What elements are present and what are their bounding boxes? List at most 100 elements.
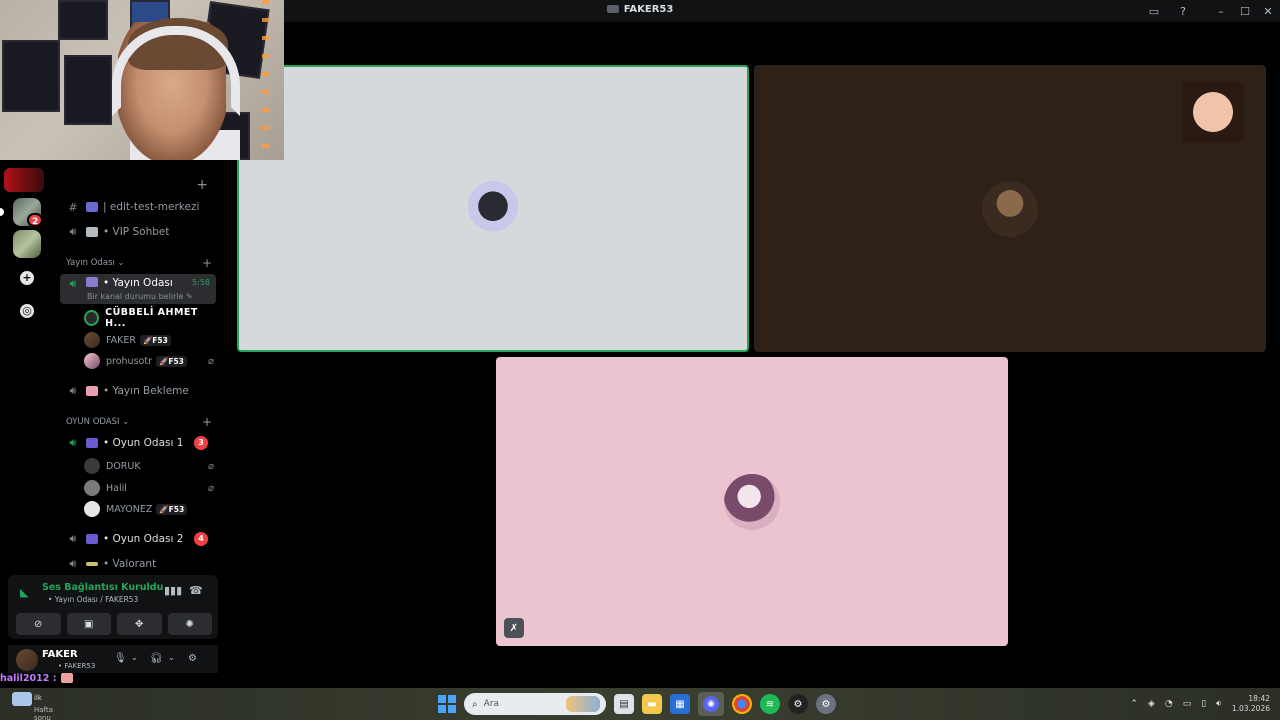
battery-icon[interactable]: ▯ xyxy=(1201,699,1206,709)
user-name: MAYONEZ xyxy=(106,503,153,515)
user-tag: 🚀F53 xyxy=(155,355,187,367)
channel-emoji xyxy=(86,386,98,396)
plus-icon: + xyxy=(20,271,34,285)
avatar xyxy=(84,332,100,348)
voice-user[interactable]: MAYONEZ 🚀F53 xyxy=(84,499,214,519)
discord-icon[interactable]: ◉ xyxy=(698,692,724,716)
voice-user[interactable]: CÜBBELİ AHMET H... xyxy=(84,307,214,329)
plus-icon[interactable]: + xyxy=(196,177,208,193)
steam-icon[interactable]: ⚙ xyxy=(788,694,808,714)
voice-status[interactable]: Ses Bağlantısı Kuruldu xyxy=(42,582,163,593)
weather-widget[interactable]: ilk Hafta sonu xyxy=(10,692,53,720)
close-icon[interactable]: ✕ xyxy=(1256,2,1280,20)
plus-icon[interactable]: + xyxy=(202,415,212,429)
poster xyxy=(58,0,108,40)
chevron-up-icon[interactable]: ⌃ xyxy=(1130,699,1138,709)
taskbar-search[interactable]: ⌕ Ara xyxy=(464,693,606,715)
poster xyxy=(2,40,60,112)
windows-start-icon[interactable] xyxy=(438,695,456,713)
channel-label: • Oyun Odası 2 xyxy=(103,533,184,545)
video-tile-1[interactable] xyxy=(237,65,749,352)
tray-app-icon[interactable]: ◈ xyxy=(1148,699,1155,709)
chevron-down-icon[interactable]: ⌄ xyxy=(168,653,175,662)
voice-user[interactable]: FAKER 🚀F53 xyxy=(84,330,214,350)
screen-share-button[interactable]: ▣ xyxy=(66,613,111,635)
avatar[interactable] xyxy=(16,649,38,671)
wifi-icon[interactable]: ◔ xyxy=(1165,699,1173,709)
inbox-icon[interactable]: ▭ xyxy=(1142,2,1166,20)
speaker-icon: 🔊︎ xyxy=(69,384,77,397)
category-oyun-odasi[interactable]: OYUN ODASI ⌄ + xyxy=(66,415,216,431)
channel-label: • Yayın Bekleme xyxy=(103,385,189,397)
soundboard-button[interactable]: ✺ xyxy=(167,613,212,635)
category-label: OYUN ODASI ⌄ xyxy=(66,417,130,427)
mic-muted-icon: ⌀ xyxy=(207,482,214,494)
voice-user[interactable]: DORUK ⌀ xyxy=(84,456,214,476)
avatar xyxy=(84,310,100,326)
avatar xyxy=(84,353,100,369)
disconnect-icon[interactable]: ☎ xyxy=(189,584,203,597)
channel-vip-sohbet[interactable]: 🔊︎ • VIP Sohbet xyxy=(60,221,216,243)
participant-avatar xyxy=(982,180,1038,237)
server-header[interactable]: + xyxy=(54,174,222,196)
channel-yayin-odasi[interactable]: 🔊︎ • Yayın Odası 5:58 Bir kanal durumu b… xyxy=(60,274,216,304)
minimize-icon[interactable]: – xyxy=(1209,2,1233,20)
channel-yayin-bekleme[interactable]: 🔊︎ • Yayın Bekleme xyxy=(60,380,216,402)
camera-off-button[interactable]: ⊘ xyxy=(16,613,61,635)
voice-user[interactable]: Halil ⌀ xyxy=(84,478,214,498)
voice-user[interactable]: prohusotr 🚀F53 ⌀ xyxy=(84,351,214,371)
settings-icon[interactable]: ⚙ xyxy=(816,694,836,714)
channel-status[interactable]: Bir kanal durumu belirle ✎ xyxy=(87,292,193,301)
category-label: Yayın Odası ⌄ xyxy=(66,258,125,268)
user-name[interactable]: FAKER xyxy=(42,649,78,660)
channel-label: | edit-test-merkezi xyxy=(103,201,200,213)
plus-icon[interactable]: + xyxy=(202,256,212,270)
clock-time: 18:42 xyxy=(1248,694,1270,703)
discover-button[interactable]: ◎ xyxy=(13,297,41,325)
chrome-icon[interactable] xyxy=(732,694,752,714)
search-icon: ⌕ xyxy=(472,698,478,710)
noise-suppression-icon[interactable]: ▮▮▮ xyxy=(164,584,182,597)
gear-icon[interactable]: ⚙ xyxy=(188,653,197,664)
video-tile-3[interactable]: ✗ xyxy=(496,357,1008,646)
activities-button[interactable]: ✥ xyxy=(117,613,162,635)
help-icon[interactable]: ? xyxy=(1171,2,1195,20)
spotify-icon[interactable]: ≋ xyxy=(760,694,780,714)
server-icon[interactable] xyxy=(13,230,41,258)
hash-icon: # xyxy=(68,200,78,214)
chat-username: halil2012 : xyxy=(0,672,57,684)
network-icon[interactable]: ▭ xyxy=(1183,699,1192,709)
store-icon[interactable]: ▦ xyxy=(670,694,690,714)
clock[interactable]: 18:42 1.03.2026 xyxy=(1232,694,1270,714)
facecam-image xyxy=(1182,81,1244,143)
weather-subtext: Hafta sonu xyxy=(34,706,53,720)
video-tile-2[interactable] xyxy=(754,65,1266,352)
weather-text: ilk xyxy=(34,694,42,702)
file-explorer-icon[interactable]: ▬ xyxy=(642,694,662,714)
microphone-icon[interactable]: 🎙︎ xyxy=(114,653,127,664)
channel-valorant[interactable]: 🔊︎ • Valorant xyxy=(60,553,216,575)
channel-oyun-odasi-2[interactable]: 🔊︎ • Oyun Odası 2 4 xyxy=(60,528,216,550)
signal-icon[interactable]: ◣ xyxy=(20,586,28,599)
volume-icon[interactable]: 🔉︎ xyxy=(1216,699,1222,709)
voice-channel-path[interactable]: • Yayın Odası / FAKER53 xyxy=(48,595,138,604)
speaker-icon: 🔊︎ xyxy=(69,277,77,290)
channel-edit-test-merkezi[interactable]: # | edit-test-merkezi xyxy=(60,196,216,218)
mic-muted-icon: ⌀ xyxy=(207,355,214,367)
channel-label: • Yayın Odası xyxy=(103,277,173,289)
chevron-down-icon[interactable]: ⌄ xyxy=(131,653,138,662)
participant-avatar xyxy=(465,180,521,237)
window-title-text: FAKER53 xyxy=(623,4,674,15)
add-server-button[interactable]: + xyxy=(13,264,41,292)
maximize-icon[interactable]: ☐ xyxy=(1233,2,1257,20)
category-yayin-odasi[interactable]: Yayın Odası ⌄ + xyxy=(66,256,216,272)
speaker-icon: 🔊︎ xyxy=(69,225,77,238)
participant-avatar xyxy=(724,473,780,530)
server-badge: 2 xyxy=(27,213,44,227)
channel-oyun-odasi-1[interactable]: 🔊︎ • Oyun Odası 1 3 xyxy=(60,432,216,454)
headphones-icon[interactable]: 🎧︎ xyxy=(150,653,163,664)
task-view-icon[interactable]: ▤ xyxy=(614,694,634,714)
voice-connection-panel: ◣ Ses Bağlantısı Kuruldu • Yayın Odası /… xyxy=(8,575,218,639)
user-count-badge: 3 xyxy=(194,436,208,450)
taskbar: ilk Hafta sonu ⌕ Ara ▤ ▬ ▦ ◉ ≋ ⚙ ⚙ ⌃ ◈ ◔… xyxy=(0,688,1280,720)
